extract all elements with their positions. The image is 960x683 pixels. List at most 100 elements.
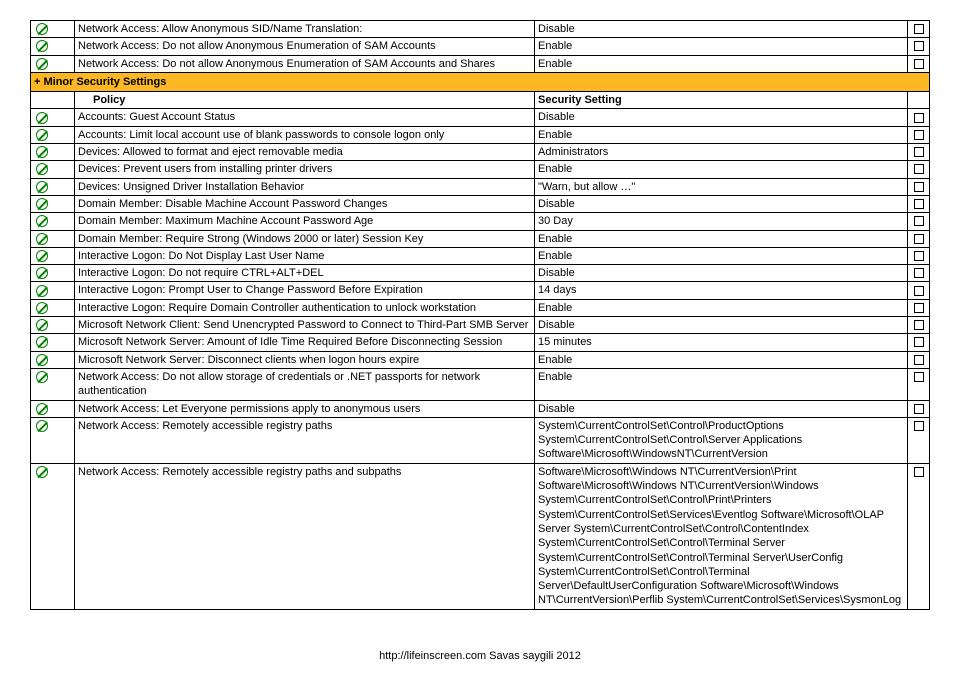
checkbox-icon[interactable] <box>914 24 924 34</box>
checkbox-icon[interactable] <box>914 164 924 174</box>
forbidden-icon <box>36 23 48 35</box>
checkbox-icon[interactable] <box>914 355 924 365</box>
checkbox-cell <box>908 351 930 368</box>
checkbox-icon[interactable] <box>914 130 924 140</box>
forbidden-icon <box>36 112 48 124</box>
checkbox-icon[interactable] <box>914 404 924 414</box>
checkbox-cell <box>908 463 930 609</box>
checkbox-icon[interactable] <box>914 59 924 69</box>
policy-cell: Domain Member: Require Strong (Windows 2… <box>75 230 535 247</box>
blank-cell <box>53 213 75 230</box>
checkbox-cell <box>908 126 930 143</box>
blank-cell <box>53 400 75 417</box>
checkbox-icon[interactable] <box>914 320 924 330</box>
checkbox-icon[interactable] <box>914 337 924 347</box>
forbidden-icon <box>36 336 48 348</box>
setting-cell: Administrators <box>535 144 908 161</box>
policy-cell: Interactive Logon: Do Not Display Last U… <box>75 247 535 264</box>
blank-cell <box>53 351 75 368</box>
table-row: Network Access: Let Everyone permissions… <box>31 400 930 417</box>
checkbox-cell <box>908 55 930 72</box>
setting-cell: Disable <box>535 265 908 282</box>
section-header-row: + Minor Security Settings <box>31 72 930 91</box>
setting-cell: Enable <box>535 299 908 316</box>
blank-cell <box>53 195 75 212</box>
status-icon-cell <box>31 230 53 247</box>
blank-cell <box>53 368 75 400</box>
checkbox-icon[interactable] <box>914 421 924 431</box>
table-row: Microsoft Network Client: Send Unencrypt… <box>31 317 930 334</box>
forbidden-icon <box>36 129 48 141</box>
setting-cell: 14 days <box>535 282 908 299</box>
forbidden-icon <box>36 267 48 279</box>
checkbox-icon[interactable] <box>914 372 924 382</box>
blank-cell <box>53 247 75 264</box>
checkbox-icon[interactable] <box>914 113 924 123</box>
blank-cell <box>53 282 75 299</box>
setting-cell: Disable <box>535 400 908 417</box>
checkbox-cell <box>908 21 930 38</box>
checkbox-icon[interactable] <box>914 41 924 51</box>
blank-cell <box>53 463 75 609</box>
policy-cell: Microsoft Network Server: Amount of Idle… <box>75 334 535 351</box>
checkbox-icon[interactable] <box>914 268 924 278</box>
checkbox-cell <box>908 265 930 282</box>
checkbox-cell <box>908 213 930 230</box>
setting-cell: "Warn, but allow …" <box>535 178 908 195</box>
table-row: Network Access: Do not allow Anonymous E… <box>31 38 930 55</box>
status-icon-cell <box>31 334 53 351</box>
setting-cell: 15 minutes <box>535 334 908 351</box>
checkbox-icon[interactable] <box>914 234 924 244</box>
checkbox-icon[interactable] <box>914 182 924 192</box>
checkbox-icon[interactable] <box>914 216 924 226</box>
policy-cell: Microsoft Network Client: Send Unencrypt… <box>75 317 535 334</box>
table-row: Network Access: Do not allow Anonymous E… <box>31 55 930 72</box>
blank-cell <box>53 126 75 143</box>
policy-table: Network Access: Allow Anonymous SID/Name… <box>30 20 930 610</box>
table-row: Interactive Logon: Require Domain Contro… <box>31 299 930 316</box>
forbidden-icon <box>36 40 48 52</box>
status-icon-cell <box>31 178 53 195</box>
checkbox-icon[interactable] <box>914 286 924 296</box>
policy-cell: Interactive Logon: Prompt User to Change… <box>75 282 535 299</box>
blank-cell <box>53 109 75 126</box>
forbidden-icon <box>36 215 48 227</box>
column-header-row: PolicySecurity Setting <box>31 92 930 109</box>
table-row: Domain Member: Require Strong (Windows 2… <box>31 230 930 247</box>
forbidden-icon <box>36 403 48 415</box>
policy-cell: Devices: Unsigned Driver Installation Be… <box>75 178 535 195</box>
checkbox-cell <box>908 109 930 126</box>
checkbox-icon[interactable] <box>914 467 924 477</box>
policy-cell: Network Access: Do not allow storage of … <box>75 368 535 400</box>
checkbox-icon[interactable] <box>914 303 924 313</box>
checkbox-icon[interactable] <box>914 251 924 261</box>
policy-cell: Network Access: Allow Anonymous SID/Name… <box>75 21 535 38</box>
forbidden-icon <box>36 181 48 193</box>
checkbox-cell <box>908 368 930 400</box>
setting-cell: Disable <box>535 109 908 126</box>
status-icon-cell <box>31 265 53 282</box>
forbidden-icon <box>36 466 48 478</box>
table-row: Devices: Allowed to format and eject rem… <box>31 144 930 161</box>
status-icon-cell <box>31 400 53 417</box>
policy-cell: Network Access: Remotely accessible regi… <box>75 463 535 609</box>
forbidden-icon <box>36 198 48 210</box>
policy-cell: Devices: Allowed to format and eject rem… <box>75 144 535 161</box>
status-icon-cell <box>31 21 53 38</box>
table-row: Network Access: Remotely accessible regi… <box>31 463 930 609</box>
checkbox-cell <box>908 161 930 178</box>
policy-cell: Network Access: Do not allow Anonymous E… <box>75 38 535 55</box>
setting-cell: Enable <box>535 351 908 368</box>
table-row: Network Access: Remotely accessible regi… <box>31 417 930 463</box>
forbidden-icon <box>36 250 48 262</box>
forbidden-icon <box>36 233 48 245</box>
status-icon-cell <box>31 317 53 334</box>
checkbox-cell <box>908 178 930 195</box>
status-icon-cell <box>31 38 53 55</box>
status-icon-cell <box>31 417 53 463</box>
forbidden-icon <box>36 319 48 331</box>
checkbox-icon[interactable] <box>914 199 924 209</box>
policy-cell: Interactive Logon: Require Domain Contro… <box>75 299 535 316</box>
checkbox-icon[interactable] <box>914 147 924 157</box>
table-row: Network Access: Do not allow storage of … <box>31 368 930 400</box>
